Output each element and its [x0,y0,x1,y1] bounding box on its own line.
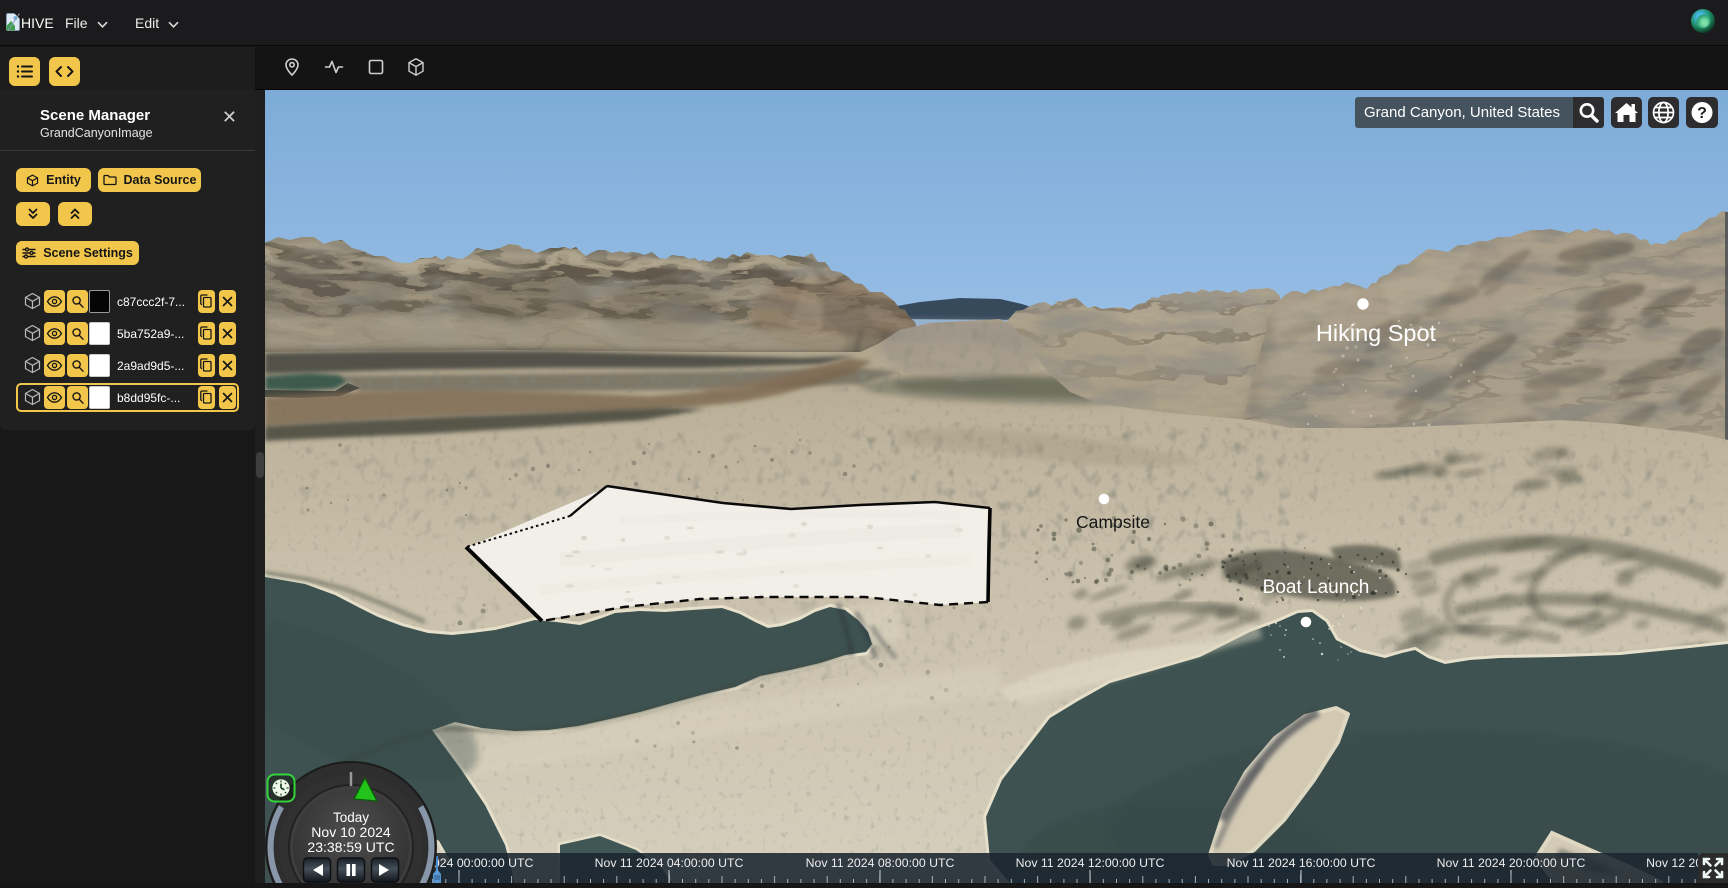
svg-text:23:38:59 UTC: 23:38:59 UTC [307,839,394,855]
svg-text:Nov 12 2024 00:00:00 UTC: Nov 12 2024 00:00:00 UTC [1646,856,1698,870]
svg-text:Campsite: Campsite [1076,512,1150,532]
svg-text:?: ? [1697,105,1707,122]
svg-text:Nov 11 2024 08:00:00 UTC: Nov 11 2024 08:00:00 UTC [806,856,955,870]
svg-text:Nov 11 2024 16:00:00 UTC: Nov 11 2024 16:00:00 UTC [1227,856,1376,870]
svg-text:Nov 11 2024 04:00:00 UTC: Nov 11 2024 04:00:00 UTC [595,856,744,870]
svg-text:Nov 11 2024 00:00:00 UTC: Nov 11 2024 00:00:00 UTC [430,856,534,870]
svg-text:Nov 11 2024 20:00:00 UTC: Nov 11 2024 20:00:00 UTC [1437,856,1586,870]
svg-text:Nov 10 2024: Nov 10 2024 [311,824,391,840]
svg-text:Nov 11 2024 12:00:00 UTC: Nov 11 2024 12:00:00 UTC [1016,856,1165,870]
svg-text:Hiking Spot: Hiking Spot [1316,320,1437,346]
svg-text:Today: Today [333,810,369,825]
svg-text:Boat Launch: Boat Launch [1263,577,1370,598]
